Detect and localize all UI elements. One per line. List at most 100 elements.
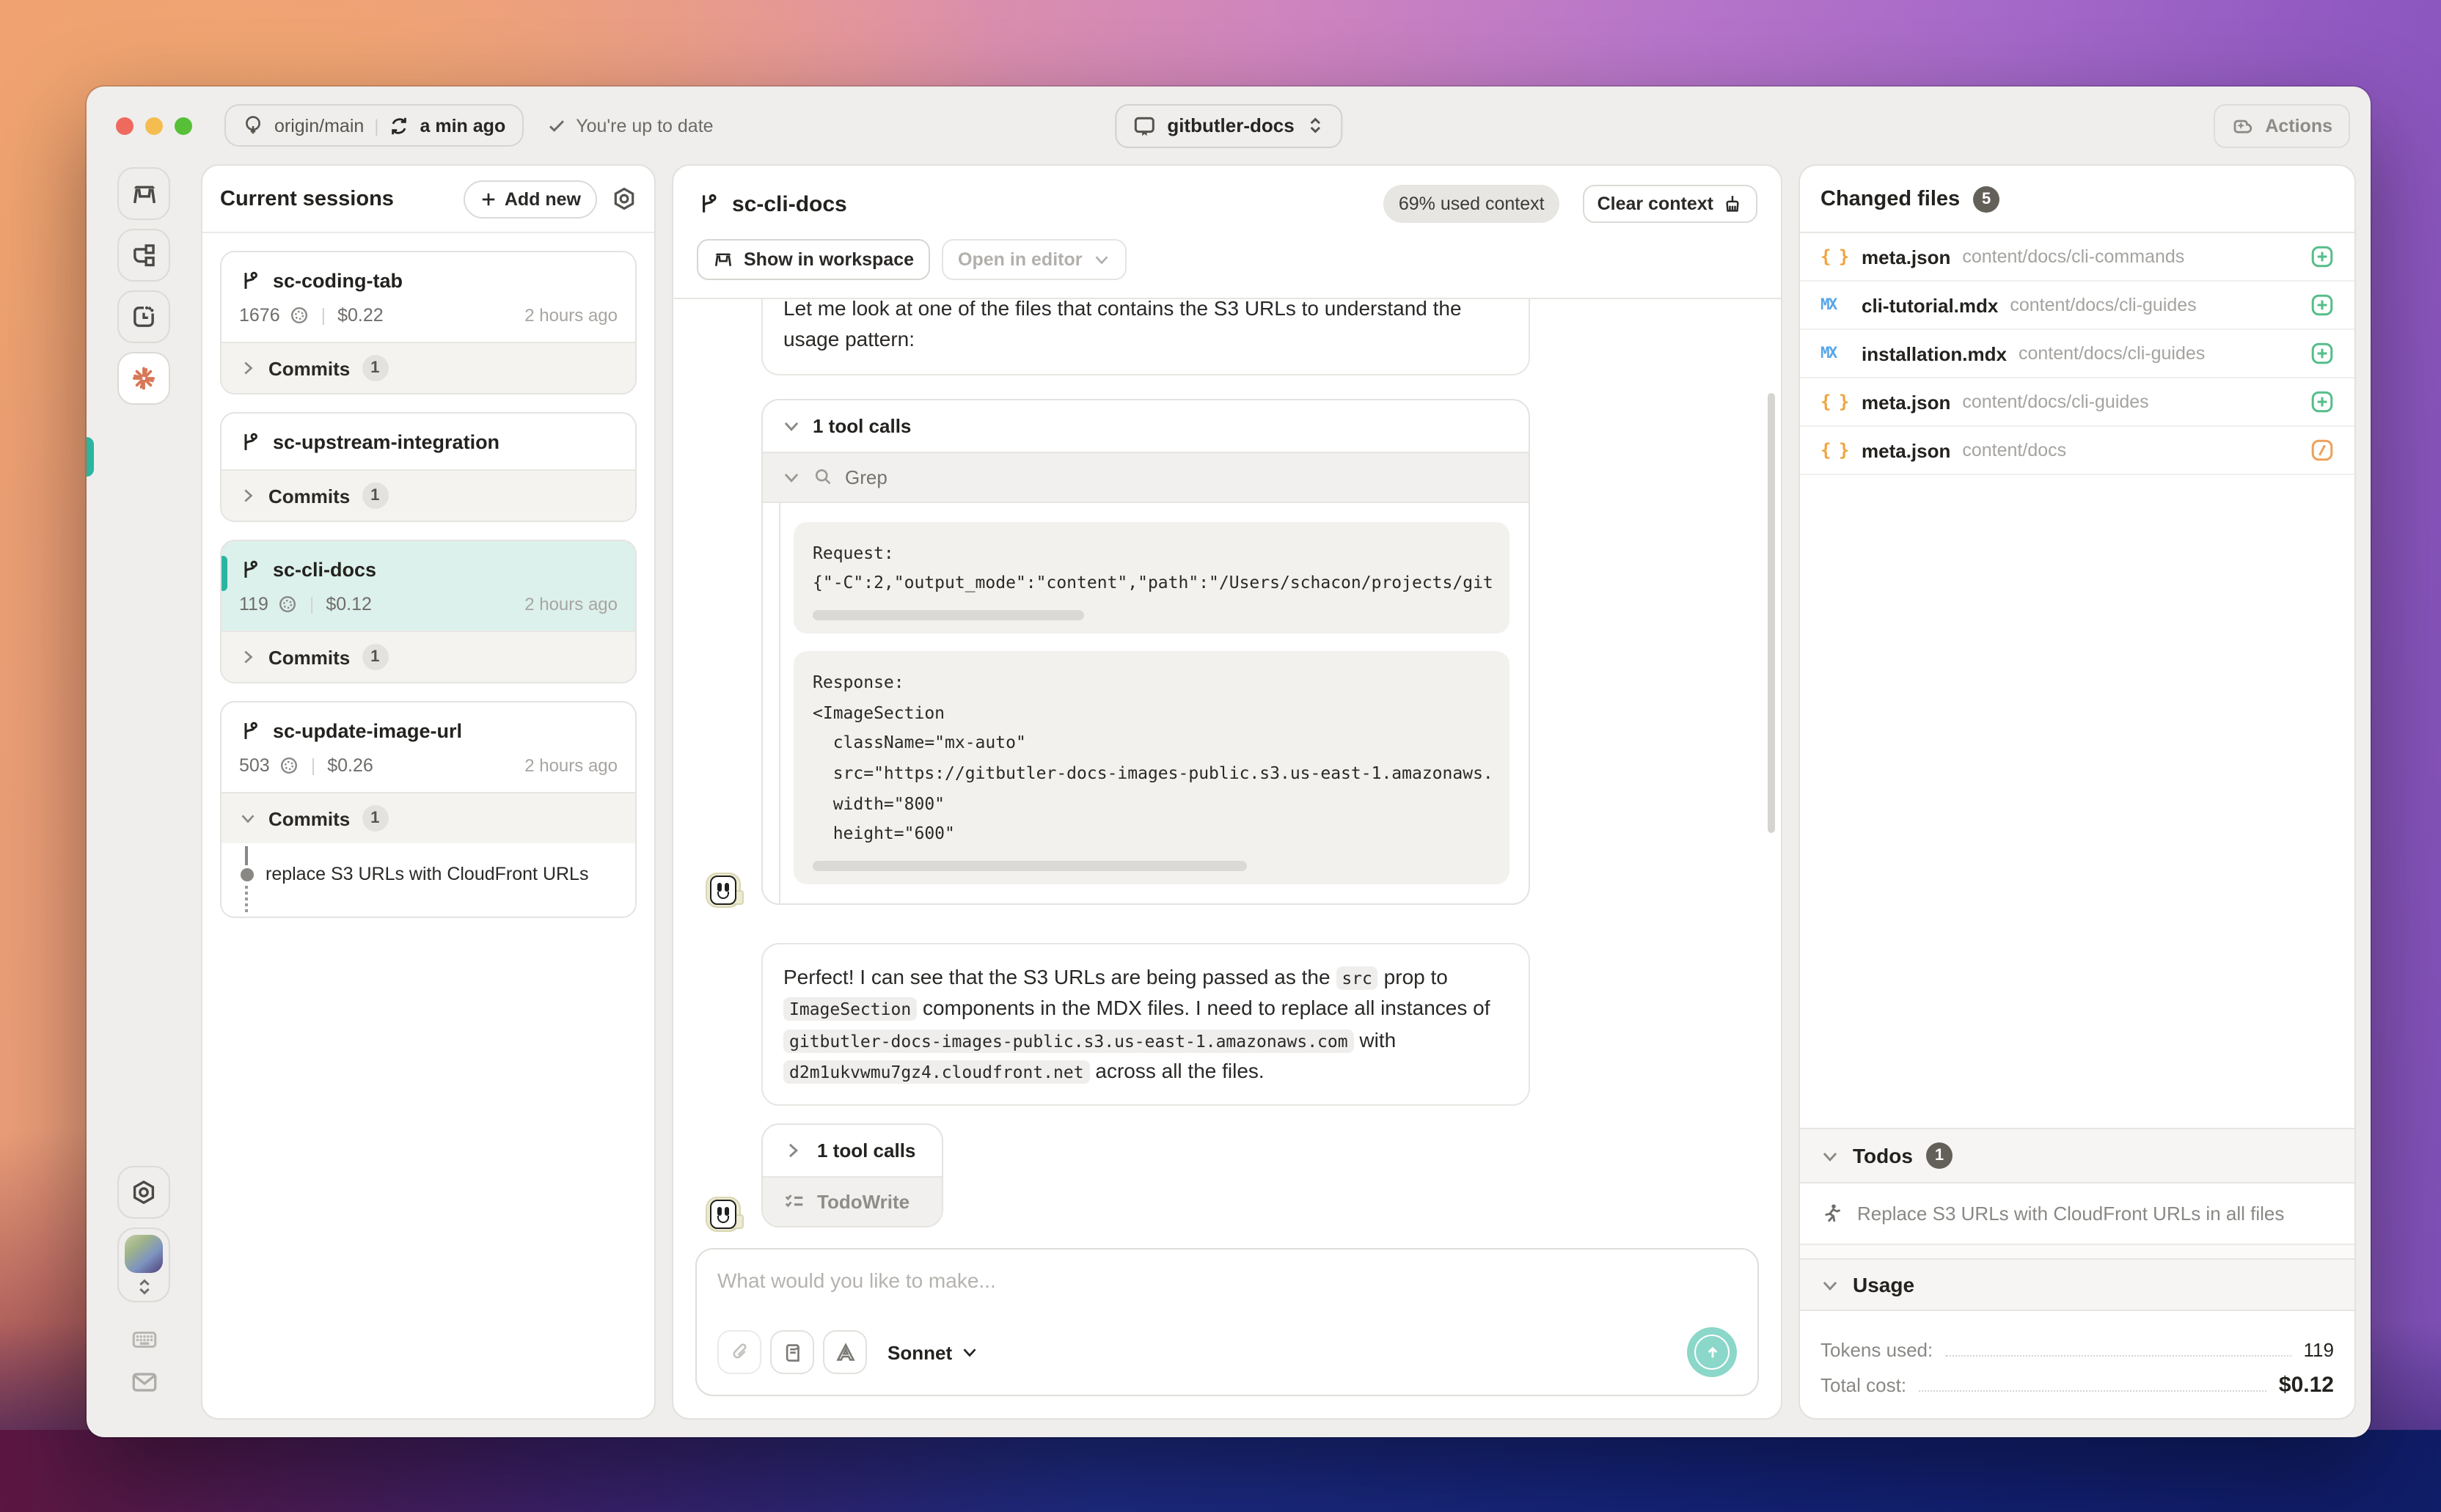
branches-view-button[interactable] xyxy=(117,229,170,282)
session-cost: $0.22 xyxy=(337,305,384,326)
conversation-scroll-area[interactable]: the docs pages reference images in the p… xyxy=(673,299,1781,1233)
changed-files-list: { } meta.json content/docs/cli-commands MX c… xyxy=(1800,233,2354,475)
model-select[interactable]: Sonnet xyxy=(888,1341,978,1363)
git-branch-icon xyxy=(239,559,261,581)
branch-status-pill[interactable]: origin/main | a min ago xyxy=(224,104,524,147)
todo-list: Replace S3 URLs with CloudFront URLs in … xyxy=(1800,1183,2354,1245)
agent-avatar xyxy=(706,873,744,909)
session-card[interactable]: sc-coding-tab 1676 | $0.22 2 hours ago C… xyxy=(220,251,637,394)
feedback-button[interactable] xyxy=(130,1368,158,1396)
sessions-settings-button[interactable] xyxy=(612,186,637,211)
file-modified-icon xyxy=(2310,438,2334,462)
changed-file-row[interactable]: MX cli-tutorial.mdx content/docs/cli-guide… xyxy=(1800,282,2354,330)
horizontal-scrollbar[interactable] xyxy=(813,609,1084,620)
horizontal-scrollbar[interactable] xyxy=(813,861,1247,872)
tool-calls-toggle[interactable]: 1 tool calls xyxy=(763,1125,942,1176)
show-in-workspace-button[interactable]: Show in workspace xyxy=(697,239,931,280)
changed-files-panel: Changed files 5 { } meta.json content/docs… xyxy=(1798,164,2356,1420)
tool-calls-card: 1 tool calls Grep Request: {"-C":2,"outp… xyxy=(761,398,1530,906)
session-time: 2 hours ago xyxy=(524,755,618,776)
add-new-session-button[interactable]: Add new xyxy=(463,180,597,218)
composer-input[interactable] xyxy=(717,1269,1737,1292)
token-icon xyxy=(277,594,298,614)
total-cost-label: Total cost: xyxy=(1820,1374,1907,1396)
session-cost: $0.26 xyxy=(327,755,373,776)
commits-toggle[interactable]: Commits 1 xyxy=(222,631,635,682)
commit-dot xyxy=(240,868,253,881)
usage-section-header[interactable]: Usage xyxy=(1800,1258,2354,1311)
settings-button[interactable] xyxy=(117,1166,170,1219)
tool-calls-card-collapsed: 1 tool calls TodoWrite xyxy=(761,1123,944,1228)
vertical-scrollbar[interactable] xyxy=(1768,393,1775,833)
changed-file-row[interactable]: { } meta.json content/docs/cli-commands xyxy=(1800,233,2354,282)
zoom-window-button[interactable] xyxy=(175,117,192,134)
changed-file-row[interactable]: MX installation.mdx content/docs/cli-guide… xyxy=(1800,330,2354,378)
todowrite-tool-row[interactable]: TodoWrite xyxy=(763,1176,943,1227)
session-title: sc-cli-docs xyxy=(732,191,847,216)
session-card[interactable]: sc-upstream-integration Commits 1 xyxy=(220,412,637,522)
file-added-icon xyxy=(2310,293,2334,317)
commits-count: 1 xyxy=(362,644,389,670)
wallpaper-bottom-band xyxy=(0,1430,2441,1512)
actions-label: Actions xyxy=(2265,115,2332,136)
history-view-button[interactable] xyxy=(117,290,170,343)
send-button[interactable] xyxy=(1687,1327,1737,1377)
session-cost: $0.12 xyxy=(326,594,372,614)
token-icon xyxy=(289,305,310,326)
broom-icon xyxy=(1722,194,1743,214)
remote-branch-icon xyxy=(242,114,264,136)
commits-toggle[interactable]: Commits 1 xyxy=(222,342,635,393)
commit-message[interactable]: replace S3 URLs with CloudFront URLs xyxy=(266,864,588,884)
clear-context-button[interactable]: Clear context xyxy=(1582,185,1757,223)
file-path: content/docs/cli-guides xyxy=(2010,295,2197,315)
file-name: meta.json xyxy=(1862,246,1951,268)
mdx-file-icon: MX xyxy=(1820,345,1837,362)
tool-calls-toggle[interactable]: 1 tool calls xyxy=(763,400,1529,451)
chevron-right-icon xyxy=(239,648,257,666)
grep-tool-toggle[interactable]: Grep xyxy=(763,451,1529,503)
changed-file-row[interactable]: { } meta.json content/docs/cli-guides xyxy=(1800,378,2354,427)
commits-toggle[interactable]: Commits 1 xyxy=(222,792,635,843)
chevron-down-icon xyxy=(1820,1146,1840,1165)
session-time: 2 hours ago xyxy=(524,305,618,326)
open-in-editor-button[interactable]: Open in editor xyxy=(942,239,1127,280)
inline-code: d2m1ukvwmu7gz4.cloudfront.net xyxy=(783,1060,1090,1084)
chevron-right-icon xyxy=(239,487,257,504)
project-icon xyxy=(1132,114,1155,137)
todos-count: 1 xyxy=(1925,1142,1953,1169)
agent-sessions-button[interactable] xyxy=(117,352,170,405)
todo-item[interactable]: Replace S3 URLs with CloudFront URLs in … xyxy=(1800,1183,2354,1245)
session-card[interactable]: sc-update-image-url 503 | $0.26 2 hours … xyxy=(220,701,637,918)
gear-hexagon-icon xyxy=(131,1179,157,1205)
branch-name: origin/main xyxy=(274,115,365,136)
todos-section-header[interactable]: Todos 1 xyxy=(1800,1128,2354,1183)
commits-toggle[interactable]: Commits 1 xyxy=(222,469,635,521)
minimize-window-button[interactable] xyxy=(145,117,163,134)
token-icon xyxy=(279,755,299,776)
tool-name: TodoWrite xyxy=(817,1191,910,1214)
history-clock-icon xyxy=(131,304,157,330)
starburst-icon xyxy=(129,364,158,393)
running-person-icon xyxy=(1820,1203,1842,1225)
user-menu[interactable] xyxy=(117,1227,170,1302)
tokens-used-value: 119 xyxy=(2303,1339,2334,1361)
session-card-selected[interactable]: sc-cli-docs 119 | $0.12 2 hours ago Comm… xyxy=(220,540,637,683)
file-added-icon xyxy=(2310,342,2334,365)
check-icon xyxy=(546,116,566,135)
workspace-view-button[interactable] xyxy=(117,167,170,220)
chevron-updown-icon xyxy=(1306,116,1325,135)
prompt-library-button[interactable] xyxy=(770,1330,814,1374)
file-path: content/docs xyxy=(1962,440,2067,460)
file-added-icon xyxy=(2310,390,2334,414)
tool-response-code: Response: <ImageSection className="mx-au… xyxy=(813,671,1493,844)
commit-graph: replace S3 URLs with CloudFront URLs xyxy=(222,843,635,917)
changed-file-row[interactable]: { } meta.json content/docs xyxy=(1800,427,2354,475)
close-window-button[interactable] xyxy=(116,117,133,134)
commits-count: 1 xyxy=(362,482,389,509)
attach-file-button[interactable] xyxy=(717,1330,761,1374)
branch-graph-icon xyxy=(131,242,157,268)
project-switcher[interactable]: gitbutler-docs xyxy=(1114,103,1343,147)
actions-button[interactable]: Actions xyxy=(2214,103,2350,147)
model-provider-button[interactable] xyxy=(823,1330,867,1374)
keyboard-shortcuts-button[interactable] xyxy=(130,1326,158,1354)
